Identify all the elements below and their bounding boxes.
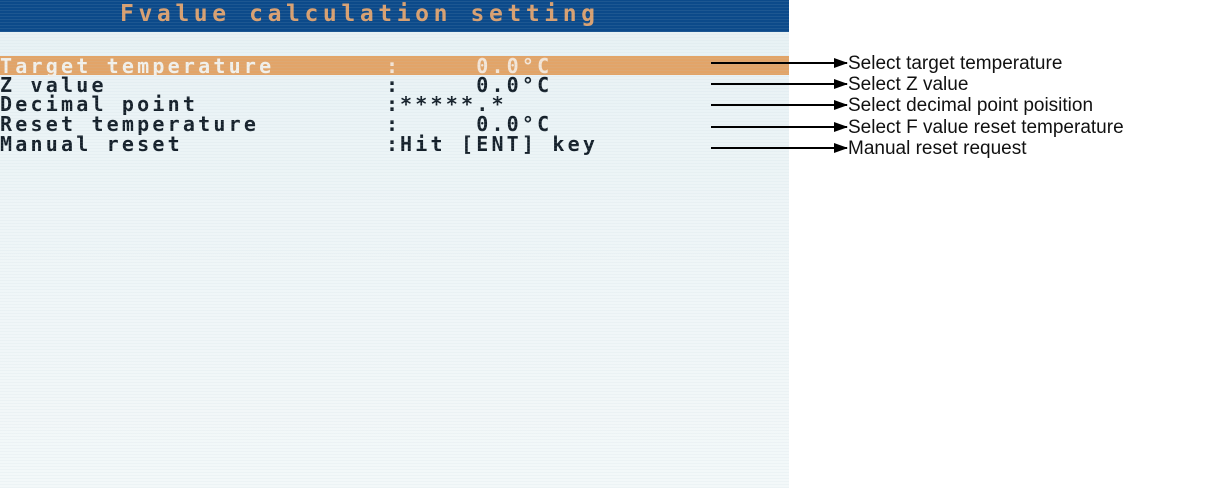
annotation-label: Manual reset request bbox=[848, 138, 1027, 159]
annotation-label: Select decimal point poisition bbox=[848, 95, 1094, 116]
annotation-layer: Select target temperature Select Z value… bbox=[0, 0, 1225, 488]
annotation-label: Select Z value bbox=[848, 74, 969, 95]
annotation-label: Select F value reset temperature bbox=[848, 117, 1124, 138]
annotation-label: Select target temperature bbox=[848, 53, 1063, 74]
